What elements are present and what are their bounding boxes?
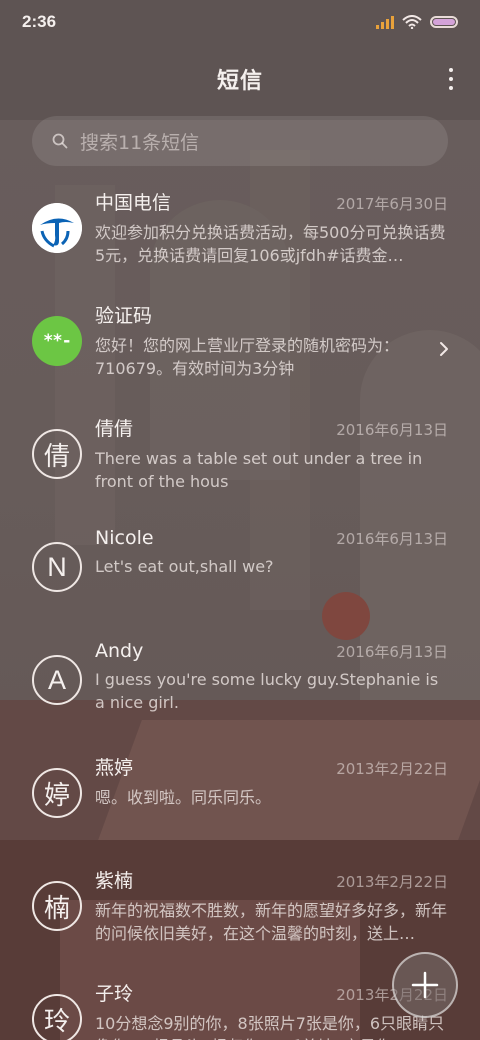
message-date: 2016年6月13日 bbox=[336, 530, 448, 548]
messages-app: 2:36 短信 搜索11条短信 中国电信 2017年6月30日 欢迎参加积分兑换… bbox=[0, 0, 480, 1040]
search-input[interactable]: 搜索11条短信 bbox=[32, 116, 448, 166]
avatar: 楠 bbox=[32, 881, 82, 931]
message-preview: I guess you're some lucky guy.Stephanie … bbox=[95, 670, 439, 712]
message-preview: There was a table set out under a tree i… bbox=[95, 449, 423, 491]
message-date: 2016年6月13日 bbox=[336, 421, 448, 439]
message-preview: 10分想念9别的你，8张照片7张是你，6只眼睛只像你，4根骨头3根归你，2爪着地… bbox=[95, 1014, 445, 1040]
message-date: 2017年6月30日 bbox=[336, 195, 448, 213]
plus-icon bbox=[411, 971, 439, 999]
app-header: 短信 bbox=[0, 44, 480, 114]
page-title: 短信 bbox=[216, 69, 263, 94]
conversation-item[interactable]: 婷 燕婷 2013年2月22日 嗯。收到啦。同乐同乐。 bbox=[0, 751, 480, 864]
avatar: N bbox=[32, 542, 82, 592]
conversation-item[interactable]: **- 验证码 您好！您的网上营业厅登录的随机密码为：710679。有效时间为3… bbox=[0, 299, 480, 412]
message-preview: 欢迎参加积分兑换话费活动，每500分可兑换话费5元，兑换话费请回复106或jfd… bbox=[95, 223, 446, 265]
message-preview: 新年的祝福数不胜数，新年的愿望好多好多，新年的问候依旧美好，在这个温馨的时刻，送… bbox=[95, 901, 448, 943]
contact-name: Nicole bbox=[95, 527, 154, 549]
china-telecom-logo-icon bbox=[32, 203, 82, 253]
conversation-item[interactable]: 倩 倩倩 2016年6月13日 There was a table set ou… bbox=[0, 412, 480, 525]
avatar: 婷 bbox=[32, 768, 82, 818]
more-options-icon[interactable] bbox=[448, 68, 454, 90]
conversation-item[interactable]: N Nicole 2016年6月13日 Let's eat out,shall … bbox=[0, 525, 480, 638]
avatar: 倩 bbox=[32, 429, 82, 479]
chevron-right-icon[interactable] bbox=[438, 341, 450, 357]
contact-name: 子玲 bbox=[95, 983, 134, 1005]
avatar: 玲 bbox=[32, 994, 82, 1040]
search-icon bbox=[52, 133, 68, 149]
message-preview: 嗯。收到啦。同乐同乐。 bbox=[95, 788, 272, 807]
search-placeholder: 搜索11条短信 bbox=[80, 131, 200, 154]
contact-name: 中国电信 bbox=[95, 192, 172, 214]
message-preview: 您好！您的网上营业厅登录的随机密码为：710679。有效时间为3分钟 bbox=[95, 336, 400, 378]
signal-icon bbox=[376, 15, 394, 29]
contact-name: 燕婷 bbox=[95, 757, 134, 779]
message-date: 2013年2月22日 bbox=[336, 873, 448, 891]
message-preview: Let's eat out,shall we? bbox=[95, 557, 274, 576]
message-date: 2013年2月22日 bbox=[336, 760, 448, 778]
message-date: 2016年6月13日 bbox=[336, 643, 448, 661]
status-bar: 2:36 bbox=[0, 0, 480, 44]
contact-name: 倩倩 bbox=[95, 418, 134, 440]
wifi-icon bbox=[402, 15, 422, 29]
contact-name: Andy bbox=[95, 640, 144, 662]
conversation-list: 中国电信 2017年6月30日 欢迎参加积分兑换话费活动，每500分可兑换话费5… bbox=[0, 186, 480, 1040]
new-message-button[interactable] bbox=[392, 952, 458, 1018]
conversation-item[interactable]: A Andy 2016年6月13日 I guess you're some lu… bbox=[0, 638, 480, 751]
contact-name: 紫楠 bbox=[95, 870, 134, 892]
status-icons bbox=[376, 15, 458, 29]
battery-icon bbox=[430, 16, 458, 28]
verification-code-avatar: **- bbox=[32, 316, 82, 366]
contact-name: 验证码 bbox=[95, 305, 153, 327]
conversation-item[interactable]: 中国电信 2017年6月30日 欢迎参加积分兑换话费活动，每500分可兑换话费5… bbox=[0, 186, 480, 299]
status-time: 2:36 bbox=[22, 12, 57, 31]
avatar: A bbox=[32, 655, 82, 705]
